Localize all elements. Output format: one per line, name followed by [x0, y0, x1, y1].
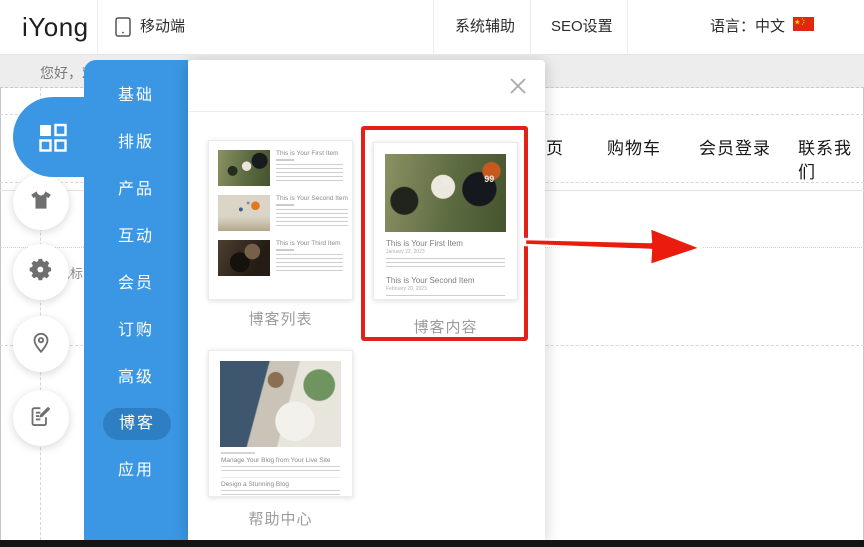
menu-item-apps[interactable]: 应用: [84, 460, 188, 482]
blog-item-text-lines: [276, 209, 348, 226]
sidebar-item-settings[interactable]: [13, 244, 69, 300]
pointer-arrow: [524, 222, 704, 277]
photographer-photo: [218, 240, 270, 276]
blog-list-row: This is Your Third Item: [209, 240, 352, 276]
blog-item-date-bar: [276, 159, 294, 161]
toolbar-divider: [97, 0, 98, 54]
post-text-lines: [221, 466, 340, 473]
menu-item-blog-active[interactable]: 博客: [103, 408, 171, 440]
blog-item-text-lines: [276, 164, 343, 181]
menu-item-order[interactable]: 订购: [84, 320, 188, 342]
toolbar-divider: [627, 0, 628, 54]
highlight-box: [361, 126, 528, 341]
modal-header: [188, 60, 545, 112]
nav-item-home-partial[interactable]: 页: [546, 137, 564, 161]
desk-photo: [220, 361, 341, 447]
gear-icon: [28, 256, 55, 288]
sidebar-item-products[interactable]: [13, 174, 69, 230]
edit-document-icon: [28, 402, 55, 434]
mobile-view-button[interactable]: 移动端: [113, 0, 185, 54]
language-label: 语言：中文: [710, 0, 785, 54]
post-divider: [221, 477, 340, 478]
tshirt-icon: [28, 187, 54, 218]
balloons-photo: [218, 195, 270, 231]
language-selector[interactable]: 语言：中文: [710, 0, 814, 54]
menu-item-member[interactable]: 会员: [84, 273, 188, 295]
blog-item-title: This is Your Third Item: [276, 240, 343, 247]
top-toolbar: iYong 移动端 系统辅助 SEO设置 语言：中文: [0, 0, 864, 55]
section-menu: 基础 排版 产品 互动 会员 订购 高级 博客 应用: [84, 60, 188, 541]
system-assist-button[interactable]: 系统辅助: [455, 0, 515, 54]
blog-item-date-bar: [276, 249, 294, 251]
blog-list-row: This is Your First Item: [209, 150, 352, 186]
tablet-icon: [113, 15, 133, 39]
template-label-help-center: 帮助中心: [208, 508, 353, 529]
mobile-view-label: 移动端: [140, 0, 185, 54]
bottom-bar: [0, 540, 864, 547]
blog-item-title: This is Your Second Item: [276, 195, 348, 202]
menu-item-product[interactable]: 产品: [84, 179, 188, 201]
nav-item-contact-us[interactable]: 联系我们: [798, 137, 864, 161]
sidebar-item-location[interactable]: [13, 316, 69, 372]
post-title: Design a Stunning Blog: [221, 481, 340, 488]
nav-item-cart[interactable]: 购物车: [607, 137, 661, 161]
blog-item-text-lines: [276, 254, 343, 271]
nav-item-member-login[interactable]: 会员登录: [699, 137, 771, 161]
location-pin-icon: [28, 329, 54, 360]
blog-list-row: This is Your Second Item: [209, 195, 352, 231]
close-icon[interactable]: [507, 75, 529, 97]
menu-item-advanced[interactable]: 高级: [84, 367, 188, 389]
china-flag-icon: [793, 0, 814, 54]
post-text-lines: [221, 490, 340, 497]
menu-item-basic[interactable]: 基础: [84, 85, 188, 107]
blog-item-date-bar: [276, 204, 294, 206]
app-logo: iYong: [22, 12, 89, 43]
toolbar-divider: [433, 0, 434, 54]
post-meta-bar: [221, 452, 255, 454]
app-window: 您好，欢 页 购物车 会员登录 联系我们 无标: [0, 0, 864, 547]
template-thumb-blog-list[interactable]: This is Your First Item This is Your Sec…: [208, 140, 353, 300]
toolbar-divider: [530, 0, 531, 54]
template-thumb-help-center[interactable]: Manage Your Blog from Your Live Site Des…: [208, 350, 353, 497]
sidebar-item-pages[interactable]: [13, 390, 69, 446]
menu-item-interact[interactable]: 互动: [84, 226, 188, 248]
blog-item-title: This is Your First Item: [276, 150, 343, 157]
template-label-blog-list: 博客列表: [208, 308, 353, 329]
football-photo: [218, 150, 270, 186]
menu-item-layout[interactable]: 排版: [84, 132, 188, 154]
post-title: Manage Your Blog from Your Live Site: [221, 457, 340, 464]
grid-icon: [30, 114, 76, 165]
seo-settings-button[interactable]: SEO设置: [551, 0, 613, 54]
